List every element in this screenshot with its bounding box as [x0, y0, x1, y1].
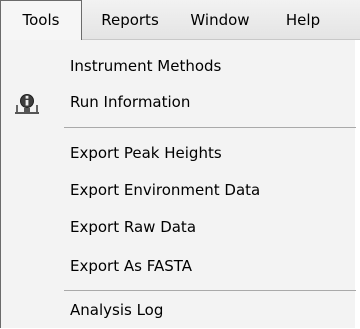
- menu-item-analysis-log[interactable]: Analysis Log: [1, 291, 356, 329]
- run-information-icon: [14, 91, 40, 114]
- menu-item-export-raw-data[interactable]: Export Raw Data: [1, 208, 356, 246]
- menu-reports[interactable]: Reports: [86, 0, 174, 40]
- menu-window[interactable]: Window: [180, 0, 260, 40]
- menu-item-run-information[interactable]: Run Information: [1, 83, 356, 121]
- menu-help[interactable]: Help: [272, 0, 334, 40]
- menu-item-label: Export Peak Heights: [70, 144, 222, 162]
- menu-item-label: Export As FASTA: [70, 257, 193, 275]
- menu-bar: Tools Reports Window Help: [0, 0, 360, 40]
- menu-tools[interactable]: Tools: [0, 0, 82, 40]
- menu-item-instrument-methods[interactable]: Instrument Methods: [1, 47, 356, 85]
- menu-item-label: Export Raw Data: [70, 218, 197, 236]
- menu-item-label: Analysis Log: [70, 301, 164, 319]
- menu-separator: [64, 127, 356, 128]
- menu-item-export-peak-heights[interactable]: Export Peak Heights: [1, 134, 356, 172]
- tools-dropdown-menu: Instrument Methods Run Information Expor…: [0, 40, 356, 329]
- menu-item-export-environment-data[interactable]: Export Environment Data: [1, 171, 356, 209]
- menu-item-label: Run Information: [70, 93, 191, 111]
- menu-item-export-as-fasta[interactable]: Export As FASTA: [1, 247, 356, 285]
- menu-item-label: Instrument Methods: [70, 57, 222, 75]
- menu-item-label: Export Environment Data: [70, 181, 261, 199]
